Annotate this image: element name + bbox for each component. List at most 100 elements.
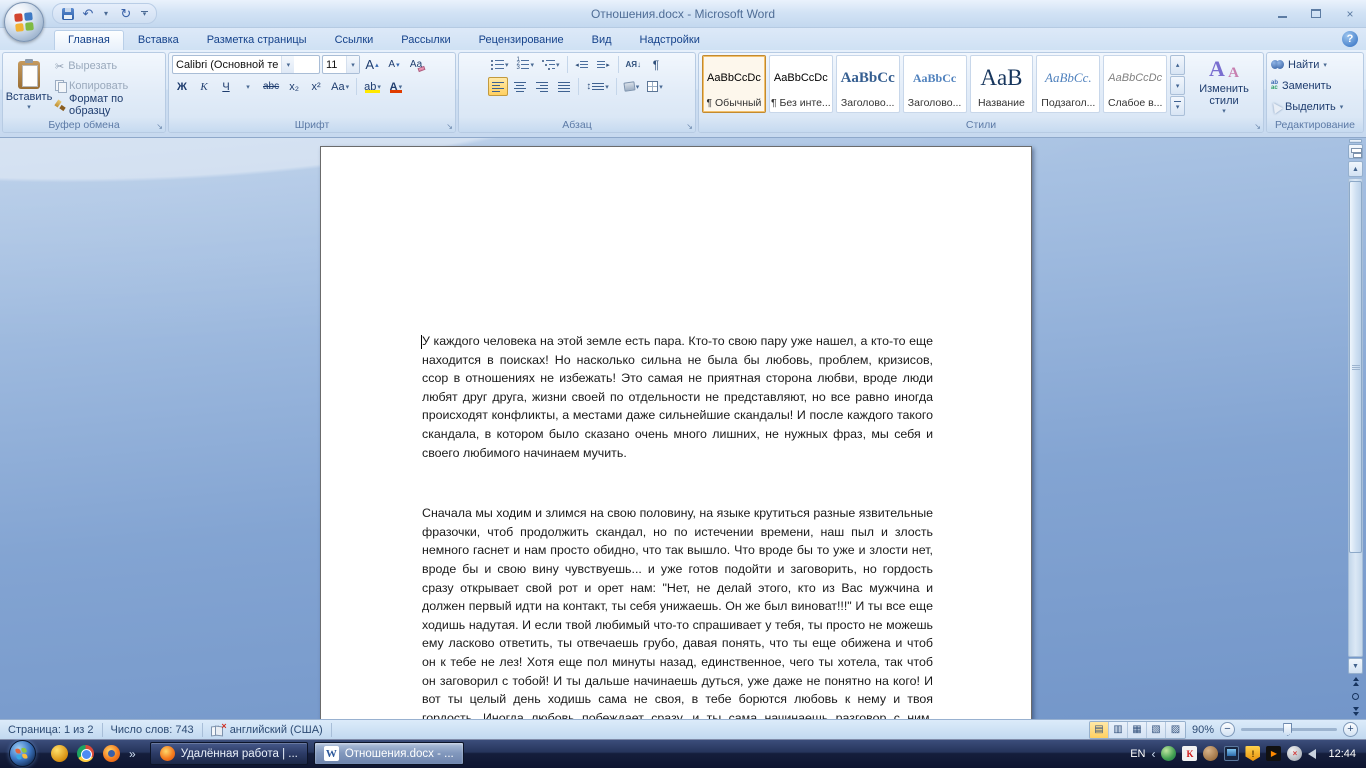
tab-addins[interactable]: Надстройки [626, 30, 714, 50]
style-subtitle[interactable]: AaBbCc. Подзагол... [1036, 55, 1100, 113]
gallery-more-button[interactable]: ▾ [1170, 96, 1185, 116]
style-heading1[interactable]: AaBbCc Заголово... [836, 55, 900, 113]
tab-page-layout[interactable]: Разметка страницы [193, 30, 321, 50]
paragraph-dialog-launcher[interactable]: ↘ [686, 123, 693, 131]
numbering-button[interactable]: 123 ▾ [513, 55, 537, 74]
ruler-toggle-button[interactable] [1348, 144, 1363, 159]
proofing-status[interactable]: × английский (США) [203, 720, 331, 739]
office-button[interactable] [4, 2, 44, 42]
replace-button[interactable]: abac Заменить [1271, 77, 1359, 94]
align-right-button[interactable] [532, 77, 552, 96]
tray-app-icon[interactable] [1203, 746, 1218, 761]
show-paragraph-marks-button[interactable]: ¶ [646, 55, 666, 74]
gallery-up-button[interactable]: ▴ [1170, 55, 1185, 75]
sort-button[interactable]: АЯ↓ [623, 55, 645, 74]
cut-button[interactable]: ✂ Вырезать [52, 57, 162, 75]
multilevel-list-button[interactable]: ▾ [539, 55, 563, 74]
align-center-button[interactable] [510, 77, 530, 96]
page-indicator[interactable]: Страница: 1 из 2 [0, 720, 102, 739]
increase-indent-button[interactable]: ▸ [594, 55, 614, 74]
styles-dialog-launcher[interactable]: ↘ [1254, 123, 1261, 131]
close-button[interactable]: × [1340, 7, 1360, 21]
shading-button[interactable]: ▾ [621, 77, 643, 96]
quick-launch-app-icon[interactable] [51, 745, 68, 762]
select-button[interactable]: Выделить ▾ [1271, 98, 1359, 115]
document-page[interactable]: У каждого человека на этой земле есть па… [320, 146, 1032, 719]
tab-mailings[interactable]: Рассылки [387, 30, 464, 50]
font-family-combo[interactable]: Calibri (Основной те ▾ [172, 55, 320, 74]
overflow-chevron-icon[interactable]: » [129, 747, 136, 761]
bullets-button[interactable]: ▾ [488, 55, 512, 74]
fullscreen-reading-view-button[interactable]: ▥ [1109, 722, 1128, 738]
scroll-up-button[interactable]: ▲ [1348, 161, 1363, 177]
line-spacing-button[interactable]: ↕▾ [583, 77, 612, 96]
highlight-color-button[interactable]: ab▾ [361, 77, 384, 96]
taskbar-clock[interactable]: 12:44 [1328, 748, 1356, 760]
tab-view[interactable]: Вид [578, 30, 626, 50]
bold-button[interactable]: Ж [172, 77, 192, 96]
justify-button[interactable] [554, 77, 574, 96]
zoom-out-button[interactable]: − [1220, 722, 1235, 737]
zoom-in-button[interactable]: + [1343, 722, 1358, 737]
shrink-font-button[interactable]: А▾ [384, 55, 404, 74]
borders-button[interactable]: ▾ [644, 77, 666, 96]
change-case-button[interactable]: Aa▾ [328, 77, 352, 96]
volume-icon[interactable] [1308, 749, 1316, 759]
start-button[interactable] [9, 740, 36, 767]
change-styles-button[interactable]: AA Изменить стили ▾ [1188, 55, 1260, 116]
font-dialog-launcher[interactable]: ↘ [446, 123, 453, 131]
next-page-button[interactable] [1348, 704, 1363, 719]
subscript-button[interactable]: x₂ [284, 77, 304, 96]
tab-review[interactable]: Рецензирование [465, 30, 578, 50]
format-painter-button[interactable]: Формат по образцу [52, 96, 162, 114]
tray-collapse-icon[interactable]: ‹ [1151, 747, 1155, 761]
restore-button[interactable] [1306, 7, 1326, 21]
scroll-down-button[interactable]: ▼ [1348, 658, 1363, 674]
font-color-button[interactable]: А▾ [386, 77, 406, 96]
taskbar-button-word[interactable]: W Отношения.docx - ... [314, 742, 464, 765]
style-title[interactable]: AaB Название [970, 55, 1034, 113]
scrollbar-track[interactable] [1348, 178, 1363, 657]
network-monitor-icon[interactable] [1224, 746, 1239, 761]
strikethrough-button[interactable]: abc [260, 77, 282, 96]
tab-home[interactable]: Главная [54, 30, 124, 50]
firefox-icon[interactable] [103, 745, 120, 762]
select-browse-object-button[interactable] [1348, 689, 1363, 704]
web-layout-view-button[interactable]: ▦ [1128, 722, 1147, 738]
previous-page-button[interactable] [1348, 674, 1363, 689]
draft-view-button[interactable]: ▨ [1166, 722, 1185, 738]
decrease-indent-button[interactable]: ◂ [572, 55, 592, 74]
tab-insert[interactable]: Вставка [124, 30, 193, 50]
language-indicator[interactable]: EN [1130, 748, 1145, 760]
italic-button[interactable]: К [194, 77, 214, 96]
style-subtle-emphasis[interactable]: AaBbCcDc Слабое в... [1103, 55, 1167, 113]
clear-formatting-button[interactable]: Аа [406, 55, 426, 74]
find-button[interactable]: Найти ▾ [1271, 56, 1359, 73]
scrollbar-thumb[interactable] [1349, 181, 1362, 553]
print-layout-view-button[interactable]: ▤ [1090, 722, 1109, 738]
zoom-level[interactable]: 90% [1192, 724, 1214, 736]
media-player-icon[interactable]: ▶ [1266, 746, 1281, 761]
antivirus-icon[interactable]: K [1182, 746, 1197, 761]
split-handle[interactable] [1349, 139, 1362, 143]
font-size-combo[interactable]: 11 ▾ [322, 55, 360, 74]
offline-status-icon[interactable]: × [1287, 746, 1302, 761]
tab-references[interactable]: Ссылки [321, 30, 388, 50]
align-left-button[interactable] [488, 77, 508, 96]
copy-button[interactable]: Копировать [52, 77, 162, 95]
zoom-slider-thumb[interactable] [1283, 723, 1292, 736]
minimize-button[interactable] [1272, 7, 1292, 21]
style-normal[interactable]: AaBbCcDc ¶ Обычный [702, 55, 766, 113]
underline-dropdown[interactable]: ▾ [238, 77, 258, 96]
word-count[interactable]: Число слов: 743 [103, 720, 202, 739]
network-globe-icon[interactable] [1161, 746, 1176, 761]
help-button[interactable]: ? [1342, 31, 1358, 47]
underline-button[interactable]: Ч [216, 77, 236, 96]
grow-font-button[interactable]: А▴ [362, 55, 382, 74]
zoom-slider[interactable] [1241, 728, 1337, 731]
paste-button[interactable]: Вставить ▾ [6, 55, 52, 116]
clipboard-dialog-launcher[interactable]: ↘ [156, 123, 163, 131]
gallery-down-button[interactable]: ▾ [1170, 76, 1185, 96]
style-no-spacing[interactable]: AaBbCcDc ¶ Без инте... [769, 55, 833, 113]
chrome-icon[interactable] [77, 745, 94, 762]
